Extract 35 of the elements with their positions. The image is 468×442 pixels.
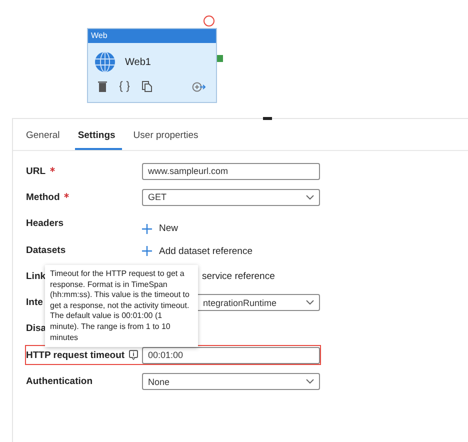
resize-handle[interactable] — [263, 117, 272, 120]
add-button[interactable]: New — [142, 223, 178, 234]
field-label: Datasets — [26, 244, 66, 256]
add-button[interactable]: Add dataset reference — [142, 246, 252, 257]
dropdown[interactable]: GET — [142, 188, 320, 206]
field-label: Disa — [26, 323, 46, 334]
field-label: Inte — [26, 297, 43, 308]
plus-icon — [142, 224, 152, 234]
field-label: Authentication — [26, 376, 92, 388]
globe-icon — [94, 51, 116, 73]
circle-icon[interactable] — [203, 15, 215, 27]
add-output-icon[interactable] — [192, 82, 206, 92]
field-label: HTTP request timeout — [26, 350, 125, 361]
input-field[interactable]: 00:01:00 — [142, 346, 320, 364]
field-label: Link — [26, 270, 46, 282]
tab[interactable]: Settings — [74, 128, 122, 150]
tooltip: Timeout for the HTTP request to get a response. Format is in TimeSpan (hh:mm:ss). This value is the timeout to get a response, not the activity timeout. The default value is 00:01:00 (1 minute). The range is from 1 to 10 minutes — [45, 265, 198, 348]
dropdown[interactable]: None — [142, 373, 320, 390]
plus-icon — [142, 246, 152, 256]
field-label: Headers — [26, 218, 64, 230]
activity-type: Web — [88, 29, 216, 43]
activity-name: Web1 — [125, 56, 151, 68]
tab[interactable]: User properties — [130, 128, 206, 150]
chevron-icon — [306, 194, 314, 200]
activity-card[interactable]: Web Web1 — [87, 28, 217, 103]
code-icon[interactable] — [119, 81, 130, 92]
chevron-icon — [306, 379, 314, 384]
delete-icon[interactable] — [98, 81, 107, 92]
tab[interactable]: General — [23, 128, 67, 150]
field-label: Method — [26, 192, 60, 203]
field-label: URL — [26, 166, 46, 177]
info-icon[interactable] — [128, 350, 139, 360]
input-field[interactable]: www.sampleurl.com — [142, 162, 320, 180]
copy-icon[interactable] — [142, 81, 152, 92]
chevron-icon — [306, 300, 314, 306]
